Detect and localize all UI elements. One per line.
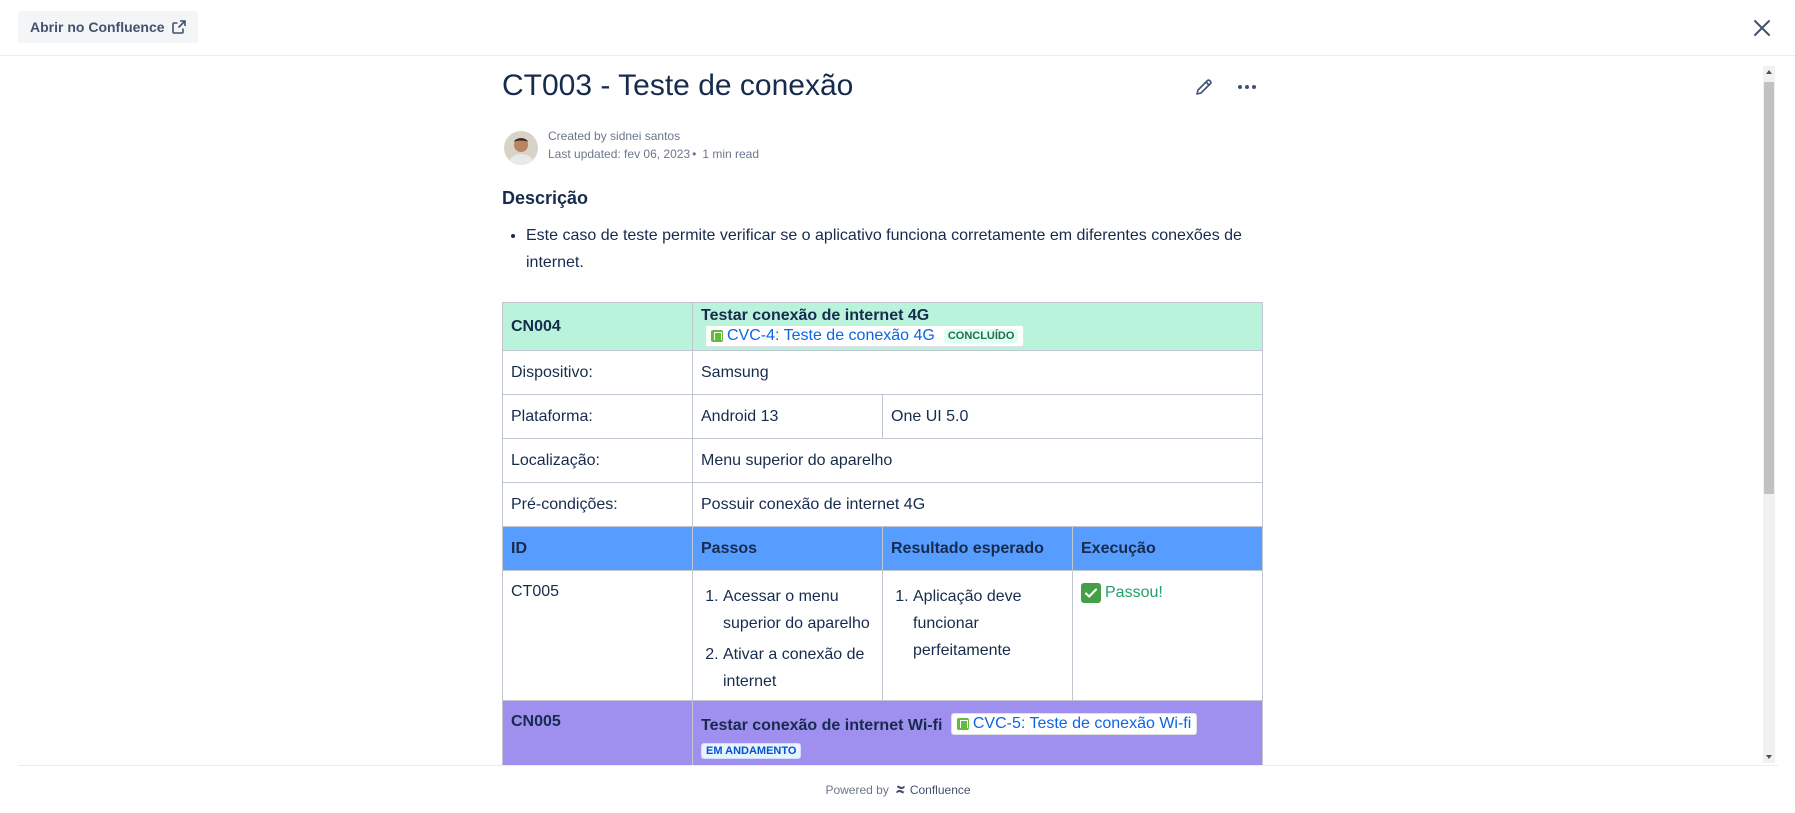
last-updated: Last updated: fev 06, 2023 • 1 min read (548, 147, 760, 161)
table-row: Dispositivo: Samsung (502, 350, 1264, 395)
section-heading: Descrição (502, 188, 589, 208)
execution-status: Passou! (1105, 584, 1163, 601)
jira-story-icon (956, 718, 969, 730)
expected-item: Aplicação deve funcionar perfeitamente (913, 583, 1064, 664)
execution-cell: Passou! (1071, 570, 1264, 701)
row-label: Dispositivo: (502, 350, 693, 395)
powered-by-label: Powered by (825, 782, 889, 797)
row-value: Android 13 (692, 394, 883, 439)
external-link-icon (171, 20, 186, 34)
jira-issue-key: CVC-4: Teste de conexão 4G (727, 326, 935, 344)
avatar[interactable] (504, 131, 538, 165)
scenario-title: Testar conexão de internet 4G (701, 306, 930, 324)
column-header-expected: Resultado esperado (882, 526, 1073, 571)
step-item: Acessar o menu superior do aparelho (723, 583, 874, 637)
jira-issue-link[interactable]: CVC-4: Teste de conexão 4G CONCLUÍDO (705, 324, 1025, 347)
column-header-steps: Passos (692, 526, 883, 571)
page-title: CT003 - Teste de conexão (502, 69, 854, 102)
row-value: Samsung (691, 350, 1264, 395)
confluence-brand-label: Confluence (909, 782, 971, 797)
scrollbar-thumb[interactable] (1764, 82, 1774, 494)
confluence-logo-icon (895, 785, 905, 794)
scroll-up-arrow-icon[interactable] (1763, 66, 1775, 78)
row-value: Menu superior do aparelho (691, 438, 1264, 483)
created-by: Created by sidnei santos (548, 129, 681, 143)
step-item: Ativar a conexão de internet (723, 641, 874, 695)
scenario-title: Testar conexão de internet Wi-fi (701, 717, 943, 734)
open-in-confluence-label: Abrir no Confluence (30, 19, 165, 35)
expected-cell: Aplicação deve funcionar perfeitamente (882, 570, 1073, 701)
scenario-id: CN004 (502, 302, 693, 351)
description-item: Este caso de teste permite verificar se … (526, 222, 1246, 276)
table-row: Plataforma: Android 13 One UI 5.0 (502, 394, 1264, 439)
row-value: Possuir conexão de internet 4G (691, 482, 1264, 527)
jira-issue-key: CVC-5: Teste de conexão Wi-fi (972, 715, 1192, 732)
scroll-down-arrow-icon[interactable] (1763, 751, 1775, 763)
read-time: 1 min read (702, 147, 760, 161)
table-row: Localização: Menu superior do aparelho (502, 438, 1264, 483)
table-row: CN004 Testar conexão de internet 4G CVC-… (502, 302, 1264, 351)
status-badge: CONCLUÍDO (943, 328, 1019, 343)
scenario-id: CN005 (502, 700, 693, 765)
row-label: Pré-condições: (502, 482, 693, 527)
scenario-title-cell: Testar conexão de internet 4G CVC-4: Tes… (691, 302, 1264, 351)
scrollbar[interactable] (1763, 66, 1775, 763)
footer: Powered by Confluence (18, 765, 1778, 813)
column-header-id: ID (502, 526, 693, 571)
status-badge: EM ANDAMENTO (701, 743, 802, 759)
confluence-brand[interactable]: Confluence (895, 783, 971, 797)
column-header-execution: Execução (1071, 526, 1264, 571)
top-bar: Abrir no Confluence (0, 0, 1795, 56)
more-options-icon[interactable] (1236, 77, 1258, 97)
close-icon[interactable] (1750, 16, 1774, 40)
pencil-icon[interactable] (1194, 77, 1214, 97)
table-header-row: ID Passos Resultado esperado Execução (502, 526, 1264, 571)
table-row: CT005 Acessar o menu superior do aparelh… (502, 570, 1264, 701)
table-row: Pré-condições: Possuir conexão de intern… (502, 482, 1264, 527)
jira-story-icon (711, 329, 723, 342)
row-label: Localização: (502, 438, 693, 483)
table-row: CN005 Testar conexão de internet Wi-fi C… (502, 700, 1264, 765)
jira-issue-link[interactable]: CVC-5: Teste de conexão Wi-fi (950, 713, 1198, 735)
step-id: CT005 (502, 570, 693, 701)
row-value-secondary: One UI 5.0 (881, 394, 1264, 439)
open-in-confluence-button[interactable]: Abrir no Confluence (18, 11, 198, 43)
byline: Created by sidnei santos Last updated: f… (502, 129, 902, 169)
page-content: CT003 - Teste de conexão Created by sidn… (0, 57, 1760, 765)
steps-cell: Acessar o menu superior do aparelho Ativ… (692, 570, 883, 701)
test-case-table: CN004 Testar conexão de internet 4G CVC-… (502, 302, 1264, 765)
scenario-title-cell: Testar conexão de internet Wi-fi CVC-5: … (691, 700, 1264, 765)
last-updated-date: Last updated: fev 06, 2023 (548, 147, 691, 161)
description-list: Este caso de teste permite verificar se … (526, 222, 1246, 276)
check-mark-icon (1081, 583, 1101, 603)
row-label: Plataforma: (502, 394, 693, 439)
